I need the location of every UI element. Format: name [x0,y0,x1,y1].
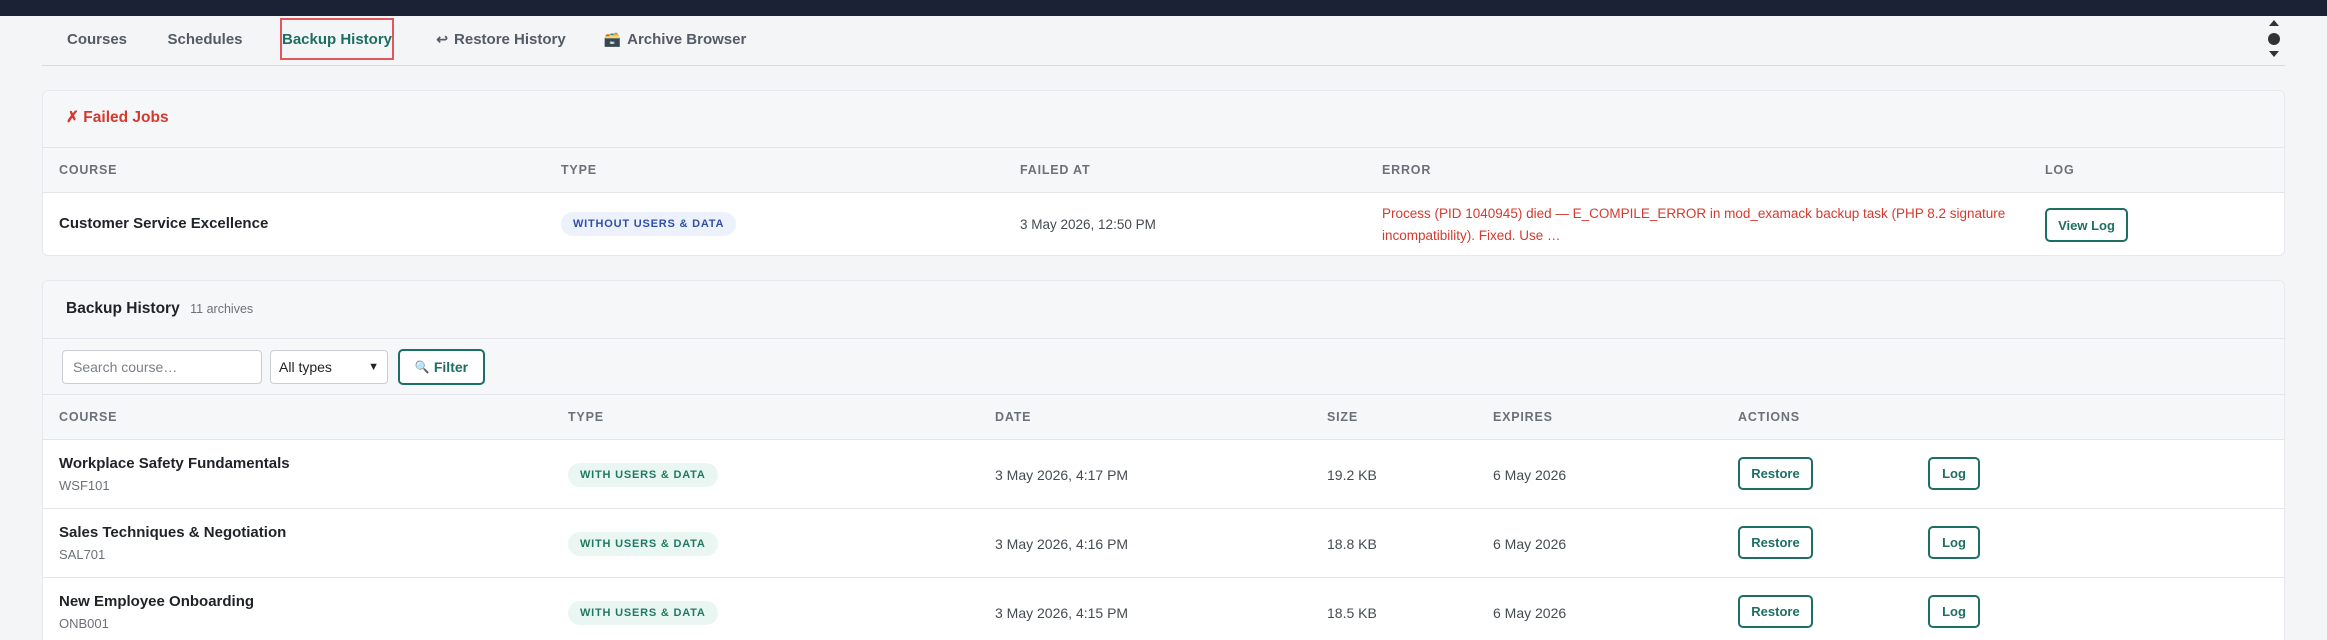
divider [43,338,2284,339]
course-name: Workplace Safety Fundamentals [59,455,290,472]
table-row: New Employee Onboarding ONB001 With user… [43,578,2284,640]
backup-date: 3 May 2026, 4:15 PM [995,605,1129,621]
backup-date: 3 May 2026, 4:16 PM [995,536,1129,552]
backup-history-header: Backup History 11 archives All types ▼ 🔍… [43,281,2284,395]
column-header: Type [561,163,597,177]
history-table-header: Course Type Date Size Expires Actions [43,395,2284,440]
more-icon [2268,33,2280,45]
history-title: Backup History [66,300,180,317]
chevron-up-icon [2269,20,2279,26]
tab-label: Restore History [454,30,566,48]
tab-courses[interactable]: Courses [52,18,142,60]
table-row: Workplace Safety Fundamentals WSF101 Wit… [43,440,2284,509]
search-icon: 🔍 [414,360,430,374]
type-badge: Without users & data [561,212,737,236]
tab-label: Courses [66,30,128,48]
failed-jobs-header: ✗ Failed Jobs [43,91,2284,148]
view-log-button[interactable]: View Log [2045,208,2128,242]
course-name: New Employee Onboarding [59,593,255,610]
column-header: Failed At [1020,163,1091,177]
backup-size: 19.2 KB [1327,467,1377,483]
filter-button-label: Filter [433,359,469,375]
log-button[interactable]: Log [1928,457,1980,490]
column-header: Date [995,410,1032,424]
search-input[interactable] [62,350,262,384]
column-header: Expires [1493,410,1553,424]
type-select[interactable]: All types ▼ [270,350,388,384]
course-code: WSF101 [59,478,110,493]
course-name: Sales Techniques & Negotiation [59,524,287,541]
restore-button[interactable]: Restore [1738,526,1813,559]
tab-backup-history[interactable]: Backup History [280,18,394,60]
failed-jobs-title: ✗ Failed Jobs [66,109,169,126]
tab-schedules[interactable]: Schedules [164,18,246,60]
type-badge: With users & data [568,601,718,625]
tab-archive-browser[interactable]: 🗃️ Archive Browser [603,18,747,60]
course-name: Customer Service Excellence [59,215,269,232]
column-header: Error [1382,163,1432,177]
table-row: Customer Service Excellence Without user… [43,193,2284,255]
course-code: ONB001 [59,616,109,631]
scroll-tabs-control[interactable] [2267,20,2281,60]
error-message: Process (PID 1040945) died — E_COMPILE_E… [1382,206,2006,243]
tab-label: Backup History [281,30,393,48]
type-badge: With users & data [568,532,718,556]
backup-history-card: Backup History 11 archives All types ▼ 🔍… [42,280,2285,640]
type-badge: With users & data [568,463,718,487]
app-top-bar [0,0,2327,16]
filter-button[interactable]: 🔍 Filter [398,349,485,385]
expires-date: 6 May 2026 [1493,605,1567,621]
expires-date: 6 May 2026 [1493,467,1567,483]
backup-size: 18.5 KB [1327,605,1377,621]
backup-size: 18.8 KB [1327,536,1377,552]
backup-date: 3 May 2026, 4:17 PM [995,467,1129,483]
history-title-group: Backup History 11 archives [66,300,253,318]
table-row: Sales Techniques & Negotiation SAL701 Wi… [43,509,2284,578]
tab-bar: Courses Schedules Backup History ↩ Resto… [42,16,2285,66]
expires-date: 6 May 2026 [1493,536,1567,552]
failed-at: 3 May 2026, 12:50 PM [1020,217,1156,232]
log-button[interactable]: Log [1928,526,1980,559]
log-button[interactable]: Log [1928,595,1980,628]
column-header: Course [59,410,118,424]
failed-jobs-card: ✗ Failed Jobs Course Type Failed At Erro… [42,90,2285,256]
undo-icon: ↩ [436,30,449,47]
course-code: SAL701 [59,547,106,562]
column-header: Course [59,163,118,177]
tab-label: Archive Browser [627,30,747,48]
tab-label: Schedules [167,30,243,48]
restore-button[interactable]: Restore [1738,595,1813,628]
type-select-value: All types [279,359,332,375]
failed-table-header: Course Type Failed At Error Log [43,148,2284,193]
chevron-down-icon: ▼ [368,361,379,373]
column-header: Log [2045,163,2075,177]
tab-restore-history[interactable]: ↩ Restore History [436,18,566,60]
restore-button[interactable]: Restore [1738,457,1813,490]
column-header: Actions [1738,410,1800,424]
chevron-down-icon [2269,51,2279,57]
column-header: Size [1327,410,1358,424]
column-header: Type [568,410,604,424]
archive-count: 11 archives [190,302,254,316]
file-cabinet-icon: 🗃️ [603,30,622,47]
